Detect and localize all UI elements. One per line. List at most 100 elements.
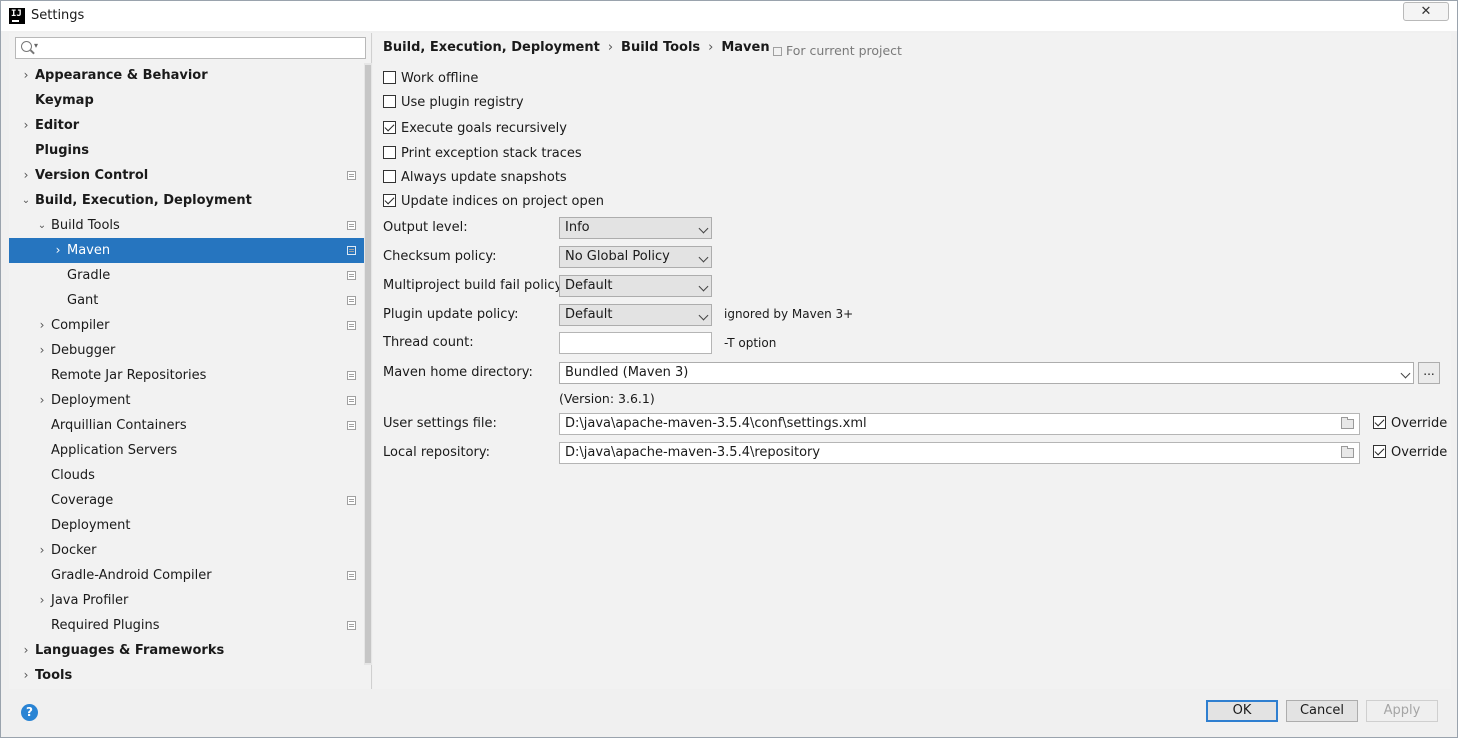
chevron-down-icon[interactable]: ⌄ bbox=[37, 213, 47, 238]
sidebar-item-label: Keymap bbox=[35, 93, 94, 108]
checkbox-box[interactable] bbox=[383, 95, 396, 108]
chevron-right-icon[interactable]: › bbox=[21, 113, 31, 138]
sidebar-item-remote-jar-repositories[interactable]: Remote Jar Repositories bbox=[9, 363, 364, 388]
execute-goals-recursively-checkbox[interactable]: Execute goals recursively bbox=[383, 120, 567, 138]
chevron-down-icon bbox=[698, 281, 709, 292]
chevron-right-icon[interactable]: › bbox=[21, 638, 31, 663]
search-dropdown-icon[interactable]: ▾ bbox=[34, 41, 38, 50]
sidebar-item-arquillian-containers[interactable]: Arquillian Containers bbox=[9, 413, 364, 438]
settings-search-input[interactable]: ▾ bbox=[15, 37, 366, 59]
scrollbar-thumb[interactable] bbox=[365, 65, 371, 663]
sidebar-item-deployment[interactable]: › Deployment bbox=[9, 388, 364, 413]
sidebar-item-plugins[interactable]: Plugins bbox=[9, 138, 364, 163]
user-settings-input[interactable]: D:\java\apache-maven-3.5.4\conf\settings… bbox=[559, 413, 1360, 435]
plugin-update-policy-label: Plugin update policy: bbox=[383, 307, 519, 322]
checkbox-box[interactable] bbox=[383, 170, 396, 183]
checkbox-box[interactable] bbox=[1373, 445, 1386, 458]
thread-count-input[interactable] bbox=[559, 332, 712, 354]
settings-tree: › Appearance & Behavior Keymap › Editor Plugi… bbox=[9, 63, 364, 688]
folder-icon[interactable] bbox=[1341, 417, 1354, 429]
close-button[interactable]: ✕ bbox=[1403, 2, 1449, 21]
checkbox-box[interactable] bbox=[1373, 416, 1386, 429]
maven-settings-panel: Build, Execution, Deployment › Build Tools… bbox=[373, 33, 1451, 689]
override-label: Override bbox=[1391, 445, 1448, 460]
local-repository-value: D:\java\apache-maven-3.5.4\repository bbox=[565, 445, 821, 460]
project-scope-icon bbox=[347, 496, 356, 505]
checksum-policy-select[interactable]: No Global Policy bbox=[559, 246, 712, 268]
chevron-right-icon[interactable]: › bbox=[21, 163, 31, 188]
sidebar-item-compiler[interactable]: › Compiler bbox=[9, 313, 364, 338]
chevron-down-icon bbox=[698, 310, 709, 321]
sidebar-item-clouds[interactable]: Clouds bbox=[9, 463, 364, 488]
checkbox-box[interactable] bbox=[383, 121, 396, 134]
sidebar-item-label: Build, Execution, Deployment bbox=[35, 193, 252, 208]
print-exception-stack-traces-checkbox[interactable]: Print exception stack traces bbox=[383, 145, 582, 163]
sidebar-item-appearance-behavior[interactable]: › Appearance & Behavior bbox=[9, 63, 364, 88]
sidebar-item-label: Application Servers bbox=[51, 443, 178, 458]
chevron-right-icon[interactable]: › bbox=[21, 63, 31, 88]
plugin-update-policy-select[interactable]: Default bbox=[559, 304, 712, 326]
update-indices-checkbox[interactable]: Update indices on project open bbox=[383, 193, 604, 211]
sidebar-item-label: Clouds bbox=[51, 468, 95, 483]
checkbox-box[interactable] bbox=[383, 194, 396, 207]
sidebar-item-gradle[interactable]: Gradle bbox=[9, 263, 364, 288]
help-icon[interactable]: ? bbox=[21, 704, 38, 721]
title-bar[interactable]: IJ Settings ✕ bbox=[1, 1, 1457, 31]
checkbox-box[interactable] bbox=[383, 146, 396, 159]
local-repository-input[interactable]: D:\java\apache-maven-3.5.4\repository bbox=[559, 442, 1360, 464]
project-scope-icon bbox=[347, 321, 356, 330]
sidebar-item-tools[interactable]: › Tools bbox=[9, 663, 364, 688]
chevron-right-icon[interactable]: › bbox=[37, 588, 47, 613]
chevron-right-icon[interactable]: › bbox=[37, 313, 47, 338]
breadcrumb: Build, Execution, Deployment › Build Tools… bbox=[383, 40, 770, 55]
cancel-button[interactable]: Cancel bbox=[1286, 700, 1358, 722]
local-repository-override-checkbox[interactable]: Override bbox=[1373, 444, 1447, 462]
sidebar-item-build-execution-deployment[interactable]: ⌄ Build, Execution, Deployment bbox=[9, 188, 364, 213]
sidebar-item-version-control[interactable]: › Version Control bbox=[9, 163, 364, 188]
folder-icon[interactable] bbox=[1341, 446, 1354, 458]
sidebar-item-languages-frameworks[interactable]: › Languages & Frameworks bbox=[9, 638, 364, 663]
user-settings-override-checkbox[interactable]: Override bbox=[1373, 415, 1447, 433]
window-title: Settings bbox=[31, 8, 85, 23]
multiproject-fail-policy-value: Default bbox=[565, 278, 613, 293]
sidebar-item-deployment[interactable]: Deployment bbox=[9, 513, 364, 538]
checkbox-label: Update indices on project open bbox=[401, 194, 604, 209]
breadcrumb-separator: › bbox=[607, 40, 614, 55]
chevron-down-icon[interactable]: ⌄ bbox=[21, 188, 31, 213]
for-current-project-label: For current project bbox=[786, 43, 902, 58]
checkbox-box[interactable] bbox=[383, 71, 396, 84]
sidebar-item-label: Version Control bbox=[35, 168, 149, 183]
sidebar-item-coverage[interactable]: Coverage bbox=[9, 488, 364, 513]
sidebar-item-label: Appearance & Behavior bbox=[35, 68, 208, 83]
thread-count-note: -T option bbox=[724, 336, 777, 350]
checkbox-label: Work offline bbox=[401, 71, 479, 86]
sidebar-item-application-servers[interactable]: Application Servers bbox=[9, 438, 364, 463]
chevron-right-icon[interactable]: › bbox=[37, 338, 47, 363]
sidebar-item-gradle-android-compiler[interactable]: Gradle-Android Compiler bbox=[9, 563, 364, 588]
sidebar-item-gant[interactable]: Gant bbox=[9, 288, 364, 313]
sidebar-item-required-plugins[interactable]: Required Plugins bbox=[9, 613, 364, 638]
use-plugin-registry-checkbox[interactable]: Use plugin registry bbox=[383, 94, 524, 112]
sidebar-item-label: Editor bbox=[35, 118, 80, 133]
multiproject-fail-policy-select[interactable]: Default bbox=[559, 275, 712, 297]
sidebar-item-maven[interactable]: › Maven bbox=[9, 238, 364, 263]
always-update-snapshots-checkbox[interactable]: Always update snapshots bbox=[383, 169, 567, 187]
chevron-right-icon[interactable]: › bbox=[53, 238, 63, 263]
ok-button[interactable]: OK bbox=[1206, 700, 1278, 722]
sidebar-item-java-profiler[interactable]: › Java Profiler bbox=[9, 588, 364, 613]
sidebar-item-docker[interactable]: › Docker bbox=[9, 538, 364, 563]
sidebar-item-editor[interactable]: › Editor bbox=[9, 113, 364, 138]
apply-button[interactable]: Apply bbox=[1366, 700, 1438, 722]
sidebar-item-debugger[interactable]: › Debugger bbox=[9, 338, 364, 363]
browse-maven-home-button[interactable]: ... bbox=[1418, 362, 1440, 384]
output-level-select[interactable]: Info bbox=[559, 217, 712, 239]
project-scope-icon bbox=[347, 271, 356, 280]
work-offline-checkbox[interactable]: Work offline bbox=[383, 70, 478, 88]
sidebar-item-build-tools[interactable]: ⌄ Build Tools bbox=[9, 213, 364, 238]
sidebar-scrollbar[interactable] bbox=[364, 63, 372, 665]
chevron-right-icon[interactable]: › bbox=[37, 388, 47, 413]
chevron-right-icon[interactable]: › bbox=[21, 663, 31, 688]
maven-home-select[interactable]: Bundled (Maven 3) bbox=[559, 362, 1414, 384]
chevron-right-icon[interactable]: › bbox=[37, 538, 47, 563]
sidebar-item-keymap[interactable]: Keymap bbox=[9, 88, 364, 113]
